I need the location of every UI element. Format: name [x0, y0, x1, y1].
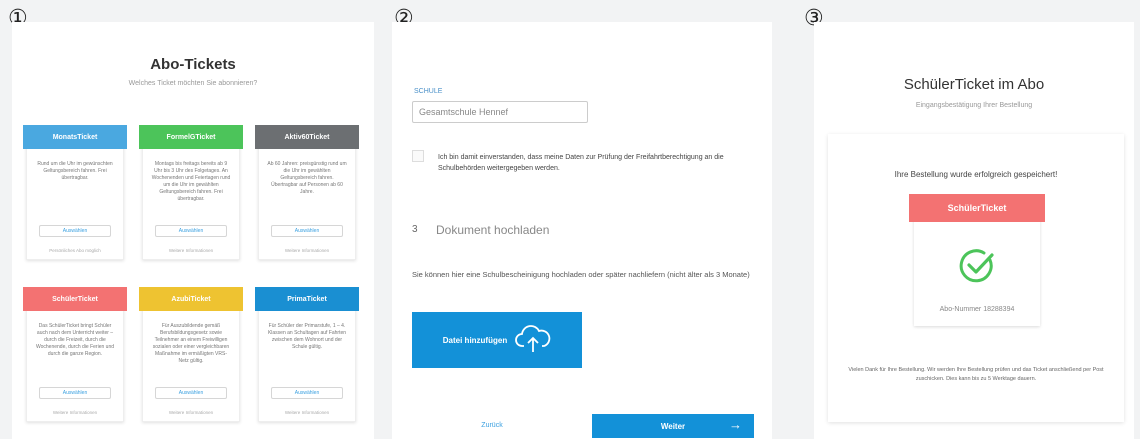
ticket-card-aktiv60[interactable]: Aktiv60Ticket Ab 60 Jahren: preisgünstig…: [255, 125, 359, 260]
arrow-right-icon: →: [729, 417, 742, 432]
success-message: Ihre Bestellung wurde erfolgreich gespei…: [894, 170, 1058, 179]
ticket-card-monats[interactable]: MonatsTicket Rund um die Uhr im gewünsch…: [23, 125, 127, 260]
page-title: Abo-Tickets: [150, 56, 236, 73]
ordered-ticket-card: SchülerTicket Abo-Nummer 18288394: [909, 194, 1045, 326]
confirmation-box: Ihre Bestellung wurde erfolgreich gespei…: [828, 134, 1124, 422]
ticket-info-link[interactable]: Weitere Informationen: [259, 410, 355, 415]
thanks-text: Vielen Dank für Ihre Bestellung. Wir wer…: [848, 367, 1104, 382]
abo-number: Abo-Nummer 18288394: [939, 306, 1015, 313]
ticket-ribbon: AzubiTicket: [139, 287, 243, 311]
consent-checkbox[interactable]: [412, 150, 424, 162]
ticket-ribbon: SchülerTicket: [909, 194, 1045, 222]
upload-step-number: 3: [412, 224, 418, 235]
add-file-label: Datei hinzufügen: [442, 335, 508, 345]
cloud-upload-icon: [515, 324, 551, 356]
ticket-card-formel9[interactable]: FormelGTicket Montags bis freitags berei…: [139, 125, 243, 260]
next-label: Weiter: [660, 421, 686, 431]
screen-order-form: SCHULE Ich bin damit einverstanden, dass…: [392, 22, 772, 439]
select-button[interactable]: Auswählen: [271, 387, 343, 399]
select-button[interactable]: Auswählen: [271, 225, 343, 237]
select-button[interactable]: Auswählen: [155, 225, 227, 237]
page-subtitle: Eingangsbestätigung Ihrer Bestellung: [915, 102, 1033, 109]
ticket-info-link[interactable]: Weitere Informationen: [143, 410, 239, 415]
school-field-label: SCHULE: [414, 88, 443, 95]
ticket-info-link[interactable]: Persönliches Abo möglich: [27, 248, 123, 253]
ticket-info-link[interactable]: Weitere Informationen: [259, 248, 355, 253]
ticket-ribbon: PrimaTicket: [255, 287, 359, 311]
select-button[interactable]: Auswählen: [155, 387, 227, 399]
upload-description: Sie können hier eine Schulbescheinigung …: [412, 270, 750, 279]
next-button[interactable]: Weiter →: [592, 414, 754, 438]
ticket-description: Montags bis freitags bereits ab 9 Uhr bi…: [151, 161, 231, 202]
ticket-card-azubi[interactable]: AzubiTicket Für Auszubildende gemäß Beru…: [139, 287, 243, 422]
ticket-card-prima[interactable]: PrimaTicket Für Schüler der Primarstufe,…: [255, 287, 359, 422]
page-title: SchülerTicket im Abo: [903, 76, 1045, 93]
screen-abo-tickets: Abo-Tickets Welches Ticket möchten Sie a…: [12, 22, 374, 439]
ticket-description: Rund um die Uhr im gewünschten Geltungsb…: [37, 161, 113, 181]
check-circle-icon: [957, 246, 997, 291]
school-input[interactable]: [412, 101, 588, 123]
back-button[interactable]: Zurück: [422, 414, 562, 436]
ticket-info-link[interactable]: Weitere Informationen: [143, 248, 239, 253]
ticket-description: Ab 60 Jahren: preisgünstig rund um die U…: [267, 161, 347, 195]
add-file-button[interactable]: Datei hinzufügen: [412, 312, 582, 368]
ticket-ribbon: Aktiv60Ticket: [255, 125, 359, 149]
select-button[interactable]: Auswählen: [39, 225, 111, 237]
consent-text: Ich bin damit einverstanden, dass meine …: [438, 154, 724, 172]
ticket-info-link[interactable]: Weitere Informationen: [27, 410, 123, 415]
ticket-ribbon: FormelGTicket: [139, 125, 243, 149]
upload-heading: Dokument hochladen: [436, 223, 550, 237]
ticket-card-schueler[interactable]: SchülerTicket Das SchülerTicket bringt S…: [23, 287, 127, 422]
ticket-ribbon: SchülerTicket: [23, 287, 127, 311]
ticket-description: Für Auszubildende gemäß Berufsbildungsge…: [152, 323, 230, 364]
page-subtitle: Welches Ticket möchten Sie abonnieren?: [128, 80, 258, 87]
ticket-ribbon: MonatsTicket: [23, 125, 127, 149]
ticket-description: Für Schüler der Primarstufe, 1 – 4. Klas…: [267, 323, 347, 350]
screen-confirmation: SchülerTicket im Abo Eingangsbestätigung…: [814, 22, 1134, 439]
select-button[interactable]: Auswählen: [39, 387, 111, 399]
ticket-description: Das SchülerTicket bringt Schüler auch na…: [35, 323, 114, 357]
